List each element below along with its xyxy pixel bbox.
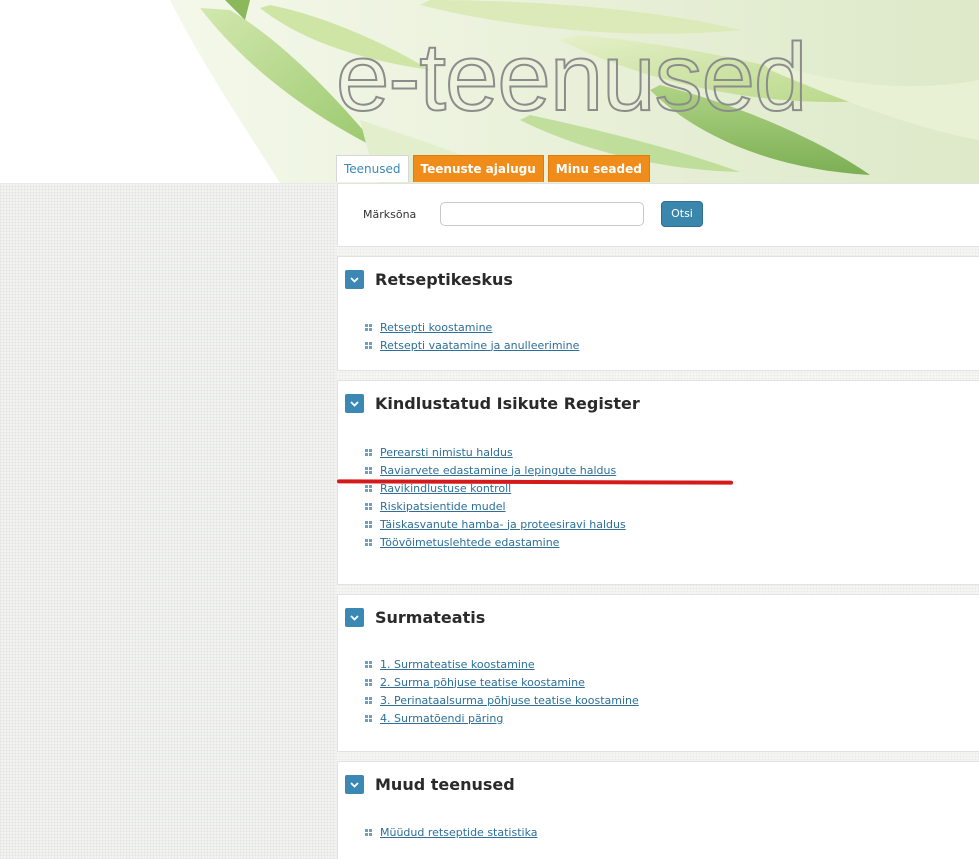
search-button[interactable]: Otsi bbox=[661, 201, 703, 227]
search-panel: Märksõna Otsi bbox=[337, 183, 979, 247]
section-retseptikeskus: Retseptikeskus Retsepti koostamine Retse… bbox=[337, 256, 979, 371]
list-item: Riskipatsientide mudel bbox=[365, 497, 626, 515]
section-muud-teenused: Muud teenused Müüdud retseptide statisti… bbox=[337, 761, 979, 859]
tab-teenused[interactable]: Teenused bbox=[336, 155, 409, 182]
service-link[interactable]: Täiskasvanute hamba- ja proteesiravi hal… bbox=[380, 518, 626, 531]
service-link[interactable]: Töövõimetuslehtede edastamine bbox=[380, 536, 559, 549]
section-header[interactable]: Surmateatis bbox=[345, 608, 485, 627]
service-link[interactable]: 3. Perinataalsurma põhjuse teatise koost… bbox=[380, 694, 639, 707]
list-item: Raviarvete edastamine ja lepingute haldu… bbox=[365, 461, 626, 479]
service-link[interactable]: Riskipatsientide mudel bbox=[380, 500, 506, 513]
chevron-down-icon[interactable] bbox=[345, 608, 364, 627]
list-item: Perearsti nimistu haldus bbox=[365, 443, 626, 461]
link-list: Müüdud retseptide statistika bbox=[365, 823, 538, 841]
link-list: 1. Surmateatise koostamine 2. Surma põhj… bbox=[365, 655, 639, 727]
chevron-down-icon[interactable] bbox=[345, 775, 364, 794]
list-item: Retsepti koostamine bbox=[365, 318, 579, 336]
link-list: Retsepti koostamine Retsepti vaatamine j… bbox=[365, 318, 579, 354]
bullet-icon bbox=[365, 466, 372, 474]
bullet-icon bbox=[365, 341, 372, 349]
section-title: Muud teenused bbox=[375, 775, 515, 794]
service-link[interactable]: Müüdud retseptide statistika bbox=[380, 826, 538, 839]
bullet-icon bbox=[365, 520, 372, 528]
search-input[interactable] bbox=[440, 202, 644, 226]
list-item: 3. Perinataalsurma põhjuse teatise koost… bbox=[365, 691, 639, 709]
section-title: Surmateatis bbox=[375, 608, 486, 627]
tab-teenuste-ajalugu[interactable]: Teenuste ajalugu bbox=[412, 155, 544, 182]
bullet-icon bbox=[365, 660, 372, 668]
service-link[interactable]: Retsepti vaatamine ja anulleerimine bbox=[380, 339, 579, 352]
chevron-down-icon[interactable] bbox=[345, 270, 364, 289]
list-item: 2. Surma põhjuse teatise koostamine bbox=[365, 673, 639, 691]
tab-minu-seaded[interactable]: Minu seaded bbox=[547, 155, 650, 182]
service-link[interactable]: Perearsti nimistu haldus bbox=[380, 446, 513, 459]
service-link[interactable]: Retsepti koostamine bbox=[380, 321, 492, 334]
list-item: Müüdud retseptide statistika bbox=[365, 823, 538, 841]
bullet-icon bbox=[365, 538, 372, 546]
section-surmateatis: Surmateatis 1. Surmateatise koostamine 2… bbox=[337, 594, 979, 752]
section-header[interactable]: Muud teenused bbox=[345, 775, 515, 794]
section-title: Kindlustatud Isikute Register bbox=[375, 394, 640, 413]
bullet-icon bbox=[365, 323, 372, 331]
section-header[interactable]: Retseptikeskus bbox=[345, 270, 513, 289]
link-list: Perearsti nimistu haldus Raviarvete edas… bbox=[365, 443, 626, 551]
list-item: 1. Surmateatise koostamine bbox=[365, 655, 639, 673]
service-link[interactable]: 4. Surmatõendi päring bbox=[380, 712, 503, 725]
bullet-icon bbox=[365, 696, 372, 704]
bullet-icon bbox=[365, 714, 372, 722]
service-link[interactable]: 1. Surmateatise koostamine bbox=[380, 658, 535, 671]
service-link[interactable]: 2. Surma põhjuse teatise koostamine bbox=[380, 676, 585, 689]
search-label: Märksõna bbox=[363, 208, 417, 221]
bullet-icon bbox=[365, 484, 372, 492]
logo-title: e-teenused bbox=[335, 24, 808, 131]
left-background bbox=[0, 183, 336, 859]
service-link[interactable]: Raviarvete edastamine ja lepingute haldu… bbox=[380, 464, 616, 477]
chevron-down-icon[interactable] bbox=[345, 394, 364, 413]
bullet-icon bbox=[365, 448, 372, 456]
list-item: Retsepti vaatamine ja anulleerimine bbox=[365, 336, 579, 354]
section-title: Retseptikeskus bbox=[375, 270, 513, 289]
bullet-icon bbox=[365, 678, 372, 686]
tab-bar: Teenused Teenuste ajalugu Minu seaded bbox=[336, 155, 650, 183]
list-item: Täiskasvanute hamba- ja proteesiravi hal… bbox=[365, 515, 626, 533]
list-item: 4. Surmatõendi päring bbox=[365, 709, 639, 727]
bullet-icon bbox=[365, 828, 372, 836]
bullet-icon bbox=[365, 502, 372, 510]
section-header[interactable]: Kindlustatud Isikute Register bbox=[345, 394, 640, 413]
list-item: Töövõimetuslehtede edastamine bbox=[365, 533, 626, 551]
